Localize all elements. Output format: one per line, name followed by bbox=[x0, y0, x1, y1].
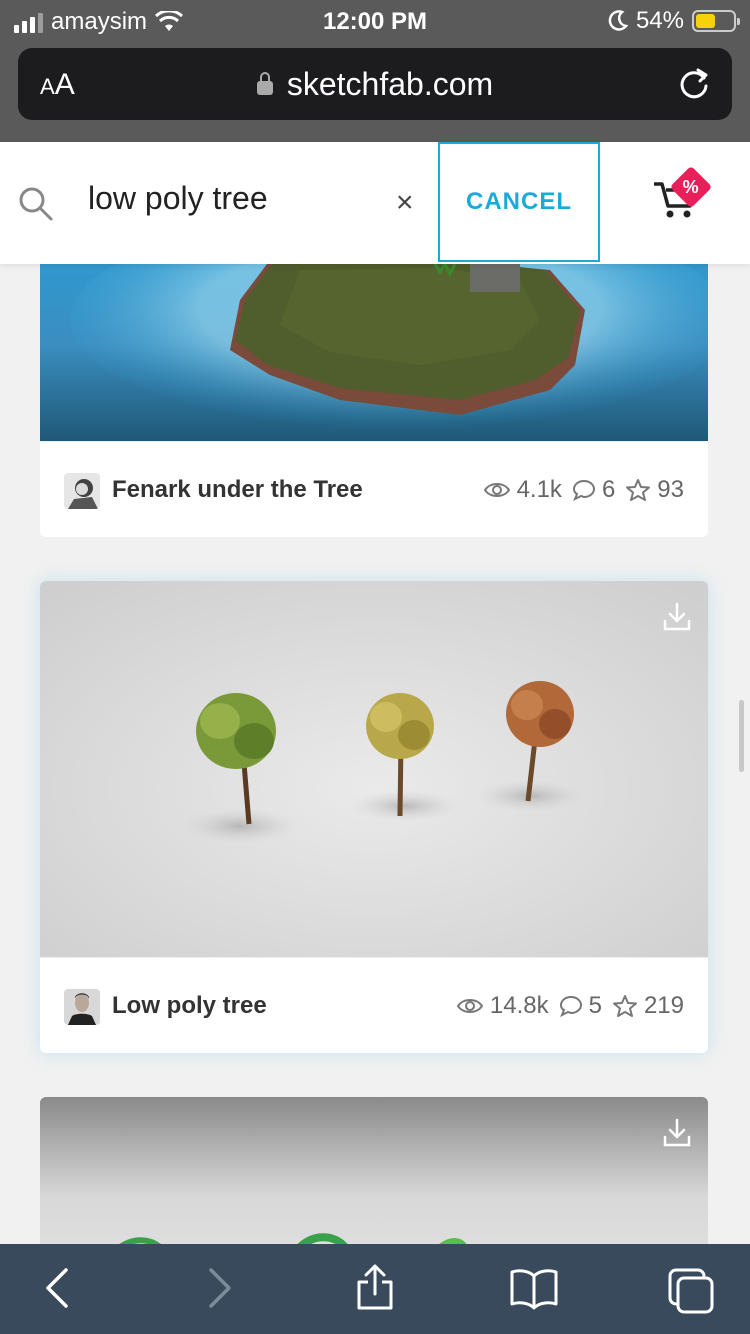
battery-percent: 54% bbox=[635, 7, 684, 34]
star-icon bbox=[626, 479, 651, 501]
cart-button[interactable]: % bbox=[650, 165, 713, 227]
views-icon bbox=[456, 999, 484, 1013]
trees-thumbnail-image bbox=[40, 581, 708, 957]
bookmarks-icon[interactable] bbox=[508, 1266, 560, 1310]
download-icon[interactable] bbox=[662, 1117, 692, 1149]
scrollbar[interactable] bbox=[739, 700, 744, 772]
url-bar[interactable]: AA sketchfab.com bbox=[18, 48, 732, 120]
author-avatar[interactable] bbox=[64, 473, 100, 509]
like-count: 219 bbox=[643, 992, 684, 1019]
lock-icon bbox=[256, 72, 273, 95]
cancel-button[interactable]: CANCEL bbox=[438, 142, 600, 262]
reload-icon[interactable] bbox=[678, 66, 710, 100]
browser-toolbar bbox=[0, 1244, 750, 1334]
browser-chrome: amaysim 12:00 PM 54% AA sketchfab.com bbox=[0, 0, 750, 142]
star-icon bbox=[612, 995, 637, 1017]
comment-count: 6 bbox=[601, 476, 616, 503]
forward-icon[interactable] bbox=[205, 1266, 235, 1310]
model-stats: 14.8k 5 219 bbox=[456, 992, 684, 1020]
model-meta: Fenark under the Tree 4.1k 6 93 bbox=[40, 441, 708, 537]
clear-search-button[interactable]: × bbox=[396, 186, 414, 220]
comment-icon bbox=[572, 479, 595, 501]
tabs-icon[interactable] bbox=[666, 1266, 716, 1314]
battery-icon bbox=[692, 10, 740, 32]
search-icon bbox=[19, 187, 53, 221]
views-icon bbox=[483, 483, 510, 497]
share-icon[interactable] bbox=[354, 1262, 396, 1312]
url-text[interactable]: sketchfab.com bbox=[18, 66, 732, 103]
model-card[interactable]: Low poly tree 14.8k 5 219 bbox=[40, 581, 708, 1053]
view-count: 4.1k bbox=[516, 476, 562, 503]
like-count: 93 bbox=[657, 476, 684, 503]
search-header: × CANCEL % bbox=[0, 142, 750, 264]
search-input[interactable] bbox=[88, 180, 378, 217]
moon-icon bbox=[608, 10, 628, 31]
author-avatar[interactable] bbox=[64, 989, 100, 1025]
model-title[interactable]: Low poly tree bbox=[112, 992, 267, 1020]
view-count: 14.8k bbox=[489, 992, 549, 1019]
comment-count: 5 bbox=[588, 992, 602, 1019]
model-meta: Low poly tree 14.8k 5 219 bbox=[40, 957, 708, 1053]
download-icon[interactable] bbox=[662, 601, 692, 633]
back-icon[interactable] bbox=[42, 1266, 72, 1310]
model-stats: 4.1k 6 93 bbox=[483, 476, 684, 504]
model-thumbnail[interactable] bbox=[40, 581, 708, 957]
model-title[interactable]: Fenark under the Tree bbox=[112, 476, 363, 504]
status-bar: amaysim 12:00 PM 54% bbox=[0, 0, 750, 42]
comment-icon bbox=[559, 995, 582, 1017]
